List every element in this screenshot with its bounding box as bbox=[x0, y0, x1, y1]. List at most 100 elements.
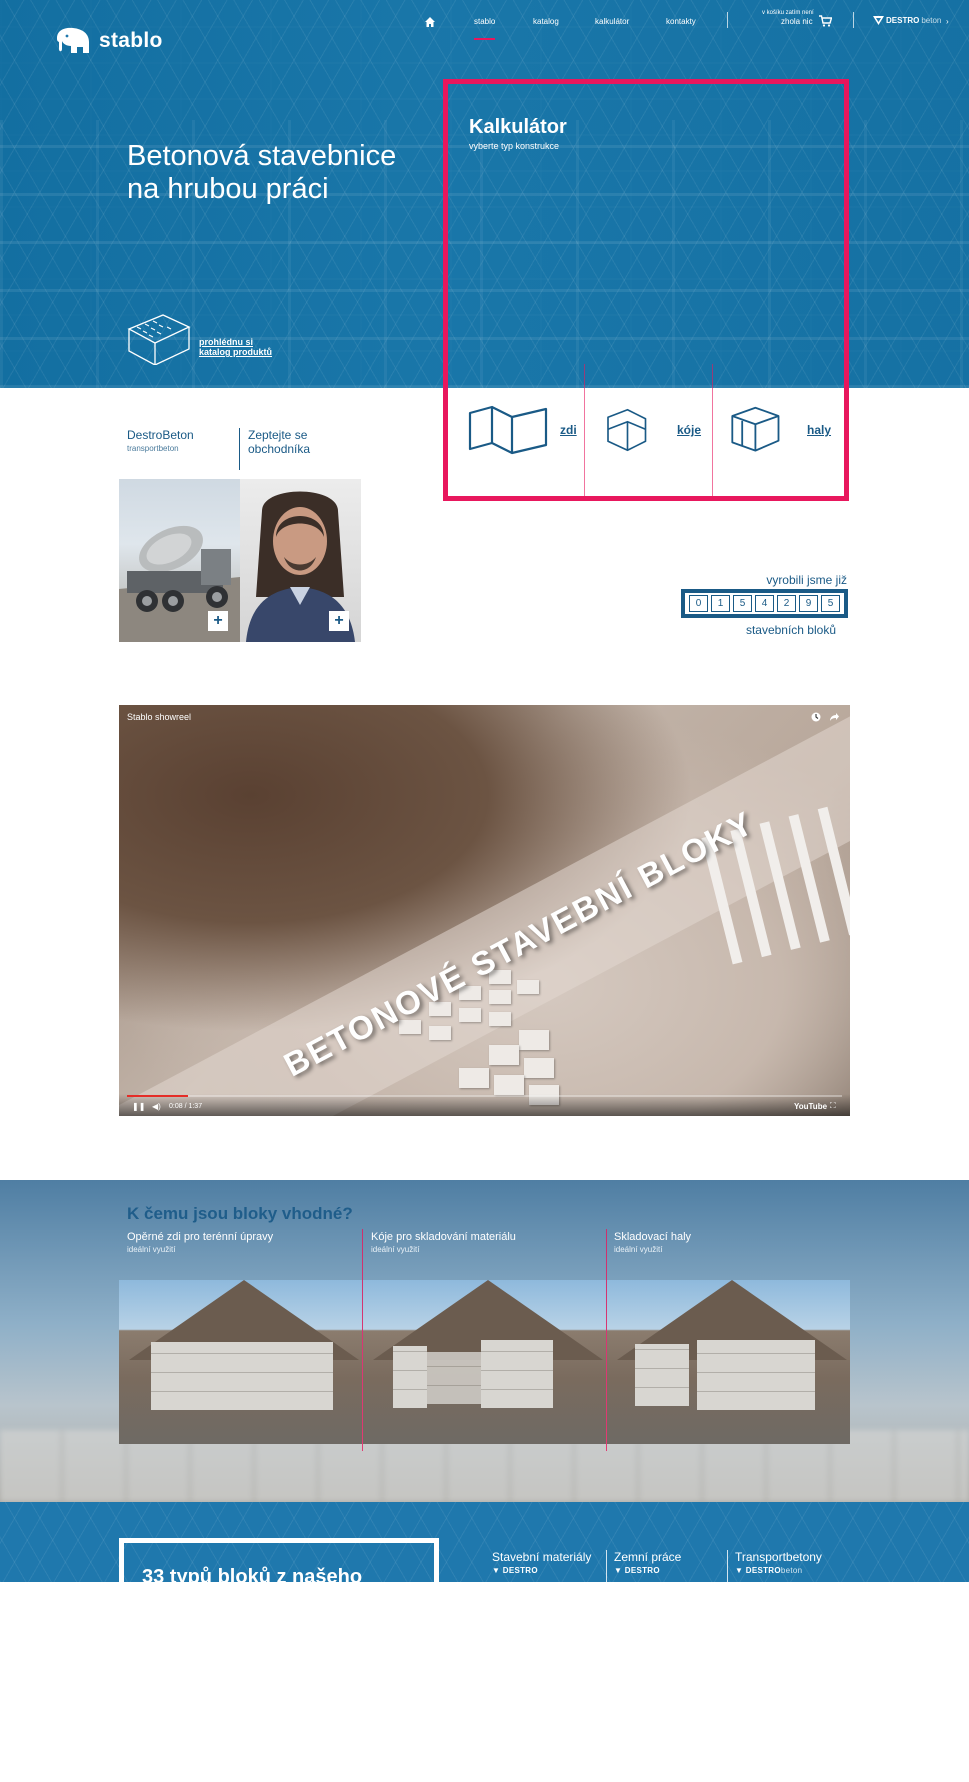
hero-title-line1: Betonová stavebnice bbox=[127, 140, 397, 172]
partner-earthworks[interactable]: Zemní práce ▼ DESTRO bbox=[614, 1550, 681, 1575]
counter-digit: 5 bbox=[821, 595, 840, 612]
counter-digit: 1 bbox=[711, 595, 730, 612]
chevron-right-icon[interactable]: › bbox=[946, 17, 949, 26]
nav-item-kalkulator[interactable]: kalkulátor bbox=[595, 17, 629, 26]
youtube-logo[interactable]: YouTube bbox=[794, 1102, 827, 1111]
block-wall bbox=[427, 1352, 481, 1404]
block-wall bbox=[635, 1344, 689, 1406]
storage-hall-photo[interactable] bbox=[607, 1280, 850, 1444]
nav-item-katalog[interactable]: katalog bbox=[533, 17, 559, 26]
calc-option-label: kóje bbox=[677, 423, 702, 437]
counter-label-top: vyrobili jsme již bbox=[766, 573, 847, 587]
share-icon[interactable] bbox=[829, 712, 839, 722]
pause-icon[interactable]: ❚❚ bbox=[132, 1102, 145, 1111]
calc-option-label: haly bbox=[807, 423, 832, 437]
tab-subtitle: transportbeton bbox=[127, 444, 179, 453]
catalog-link-line1: prohlédnu si bbox=[199, 337, 253, 347]
block-counter: 0 1 5 4 2 9 5 bbox=[681, 589, 848, 618]
footer-section: 33 typů bloků z našeho Stavební materiál… bbox=[0, 1502, 969, 1582]
hall-icon bbox=[731, 406, 780, 452]
use-title: Skladovací haly bbox=[614, 1231, 692, 1243]
home-icon[interactable] bbox=[424, 16, 436, 28]
cart-status-label: v košíku zatím není bbox=[762, 10, 814, 16]
use-storage-halls[interactable]: Skladovací haly ideální využití bbox=[614, 1231, 691, 1254]
use-retaining-walls[interactable]: Opěrné zdi pro terénní úpravy ideální vy… bbox=[127, 1231, 273, 1254]
destro-logo-icon bbox=[873, 16, 884, 25]
catalog-link[interactable]: prohlédnu si katalog produktů bbox=[127, 307, 272, 365]
partner-logo: ▼ DESTRO bbox=[492, 1566, 538, 1575]
partner-building-materials[interactable]: Stavební materiály ▼ DESTRO bbox=[492, 1550, 591, 1575]
tab-title-line2: obchodníka bbox=[248, 442, 311, 456]
nav-divider bbox=[727, 12, 728, 28]
uses-title: K čemu jsou bloky vhodné? bbox=[127, 1204, 353, 1223]
truck-photo: + bbox=[119, 479, 240, 642]
block-wall bbox=[393, 1346, 427, 1408]
partner-transport-concrete[interactable]: Transportbetony ▼ DESTRObeton bbox=[735, 1550, 822, 1575]
destrobeton-link[interactable]: DESTRO beton bbox=[873, 16, 941, 25]
counter-digit: 2 bbox=[777, 595, 796, 612]
partner-logo: ▼ DESTRO bbox=[614, 1566, 660, 1575]
destro-bold-text: DESTRO bbox=[886, 16, 920, 25]
block-wall bbox=[151, 1342, 333, 1410]
catalog-promo-box[interactable]: 33 typů bloků z našeho bbox=[119, 1538, 439, 1582]
partner-divider bbox=[606, 1550, 607, 1582]
fullscreen-icon[interactable]: ⛶ bbox=[830, 1101, 836, 1111]
calculator-subtitle: vyberte typ konstrukce bbox=[469, 141, 560, 151]
volume-icon[interactable]: ◀) bbox=[152, 1102, 161, 1111]
block-wall bbox=[481, 1340, 553, 1408]
use-subtitle: ideální využití bbox=[371, 1245, 420, 1254]
video-progress-bar[interactable] bbox=[127, 1095, 842, 1097]
expand-plus-button[interactable]: + bbox=[329, 611, 349, 631]
video-player[interactable]: BETONOVÉ STAVEBNÍ BLOKY Stablo showreel … bbox=[119, 705, 850, 1116]
tab-title-line1: Zeptejte se bbox=[248, 428, 308, 442]
video-time: 0:08 / 1:37 bbox=[169, 1103, 203, 1110]
counter-digit: 5 bbox=[733, 595, 752, 612]
counter-label-bottom: stavebních bloků bbox=[745, 623, 836, 637]
use-subtitle: ideální využití bbox=[614, 1245, 663, 1254]
partner-name: Zemní práce bbox=[614, 1550, 682, 1564]
calc-option-label: zdi bbox=[560, 423, 577, 437]
calc-option-halls[interactable]: haly bbox=[713, 364, 844, 496]
video-title[interactable]: Stablo showreel bbox=[127, 712, 191, 722]
partner-logo-bold: DESTRO bbox=[745, 1566, 781, 1575]
salesman-photo: + bbox=[240, 479, 361, 642]
catalog-promo-text: 33 typů bloků z našeho bbox=[142, 1566, 363, 1582]
catalog-link-line2: katalog produktů bbox=[199, 347, 273, 357]
tab-ask-salesman[interactable]: Zeptejte se obchodníka bbox=[248, 428, 310, 456]
partner-name: Transportbetony bbox=[735, 1550, 822, 1564]
partner-name: Stavební materiály bbox=[492, 1550, 592, 1564]
nav-item-stablo[interactable]: stablo bbox=[474, 17, 496, 40]
cart-status-value[interactable]: zhola nic bbox=[781, 17, 813, 26]
tab-divider bbox=[239, 428, 240, 470]
tab-title: DestroBeton bbox=[127, 428, 194, 442]
cart-icon[interactable] bbox=[819, 15, 832, 27]
calc-option-bays[interactable]: kóje bbox=[585, 364, 711, 496]
logo-link[interactable]: stablo bbox=[53, 26, 163, 56]
calculator-options: zdi kóje haly bbox=[448, 364, 844, 496]
expand-plus-button[interactable]: + bbox=[208, 611, 228, 631]
catalog-link-text: prohlédnu si katalog produktů bbox=[199, 337, 272, 365]
partner-logo-bold: DESTRO bbox=[502, 1566, 538, 1575]
counter-digit: 0 bbox=[689, 595, 708, 612]
destro-light-text: beton bbox=[921, 16, 942, 25]
retaining-wall-photo[interactable] bbox=[119, 1280, 362, 1444]
hero-title: Betonová stavebnice na hrubou práci bbox=[127, 140, 427, 206]
contact-photos: + + bbox=[119, 479, 361, 642]
storage-bay-photo[interactable] bbox=[363, 1280, 606, 1444]
watch-later-icon[interactable] bbox=[811, 712, 821, 722]
use-title: Opěrné zdi pro terénní úpravy bbox=[127, 1231, 274, 1243]
uses-section: K čemu jsou bloky vhodné? Opěrné zdi pro… bbox=[0, 1180, 969, 1502]
block-icon bbox=[127, 314, 191, 365]
nav-item-kontakty[interactable]: kontakty bbox=[666, 17, 696, 26]
use-storage-bays[interactable]: Kóje pro skladování materiálu ideální vy… bbox=[371, 1231, 516, 1254]
tab-destrobeton[interactable]: DestroBeton transportbeton bbox=[127, 428, 194, 453]
use-title: Kóje pro skladování materiálu bbox=[371, 1231, 516, 1243]
partner-divider bbox=[727, 1550, 728, 1582]
calc-option-walls[interactable]: zdi bbox=[448, 364, 583, 496]
bay-icon bbox=[607, 408, 647, 452]
wall-icon bbox=[468, 405, 548, 455]
hero-title-line2: na hrubou práci bbox=[127, 173, 329, 205]
block-wall bbox=[697, 1340, 815, 1410]
video-progress-fill bbox=[127, 1095, 188, 1097]
counter-digit: 9 bbox=[799, 595, 818, 612]
